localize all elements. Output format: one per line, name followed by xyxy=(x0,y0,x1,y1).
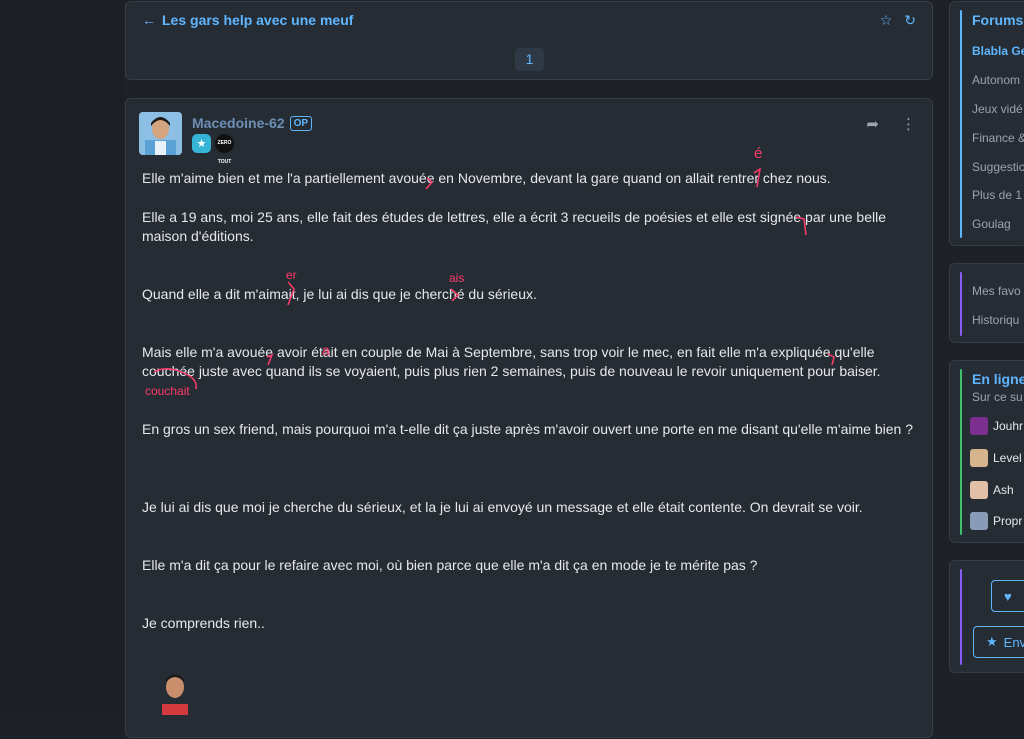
forum-item[interactable]: Goulag xyxy=(972,217,1011,231)
topic-title-link[interactable]: ← Les gars help avec une meuf xyxy=(142,12,353,28)
page-button[interactable]: 1 xyxy=(515,48,544,71)
accent-bar xyxy=(960,272,962,336)
post-paragraph: En gros un sex friend, mais pourquoi m'a… xyxy=(142,421,913,437)
online-user-name: Level xyxy=(993,451,1022,465)
avatar xyxy=(970,417,988,435)
online-user-name: Propr xyxy=(993,514,1023,528)
online-user[interactable]: Level xyxy=(970,449,1022,467)
post-paragraph: Je comprends rien.. xyxy=(142,615,265,631)
left-gutter xyxy=(0,0,124,712)
post-paragraph: Quand elle a dit m'aimait, je lui ai dis… xyxy=(142,286,537,302)
post-actions: ➦ ⋮ xyxy=(866,115,916,133)
forums-title: Forums xyxy=(972,12,1024,28)
annotation-ais: ais xyxy=(449,271,465,285)
accent-bar xyxy=(960,10,962,238)
avatar xyxy=(970,481,988,499)
refresh-icon[interactable]: ↻ xyxy=(904,12,916,29)
author-block: Macedoine-62 OP xyxy=(192,115,313,131)
links-panel: Mes favo Historiqu xyxy=(949,263,1024,343)
annotation-couchait: couchait xyxy=(145,384,190,398)
topic-actions: ☆ ↻ xyxy=(880,12,916,29)
online-user-name: Jouhr xyxy=(993,419,1024,433)
zero-tout-badge: ZERO TOUT xyxy=(215,134,234,165)
forum-item[interactable]: Suggestic xyxy=(972,160,1024,174)
annotation-a: a xyxy=(322,342,330,358)
forum-item[interactable]: Plus de 1 xyxy=(972,188,1022,202)
annotation-e-accent: é xyxy=(754,145,763,162)
avatar xyxy=(970,512,988,530)
forum-item[interactable]: Autonom xyxy=(972,73,1020,87)
forum-item[interactable]: Finance & xyxy=(972,131,1024,145)
star-icon: ★ xyxy=(986,634,998,649)
post-paragraph: Je lui ai dis que moi je cherche du séri… xyxy=(142,499,863,515)
avatar[interactable] xyxy=(139,112,182,155)
author-name[interactable]: Macedoine-62 xyxy=(192,115,285,131)
post-paragraph: Elle m'a dit ça pour le refaire avec moi… xyxy=(142,557,758,573)
forums-panel: Forums Blabla Ge Autonom Jeux vidé Finan… xyxy=(949,1,1024,246)
heart-icon: ♥ xyxy=(1004,588,1012,604)
online-user[interactable]: Jouhr xyxy=(970,417,1023,435)
online-user[interactable]: Propr xyxy=(970,512,1022,530)
accent-bar xyxy=(960,569,962,665)
bottom-avatar xyxy=(158,670,192,715)
follow-button-label: Env xyxy=(1003,634,1024,650)
topic-header: ← Les gars help avec une meuf ☆ ↻ 1 xyxy=(125,1,933,80)
star-badge-icon: ★ xyxy=(192,134,211,153)
post-card: Macedoine-62 OP ★ ZERO TOUT ➦ ⋮ Elle m'a… xyxy=(125,98,933,738)
post-paragraph: Elle m'aime bien et me l'a partiellement… xyxy=(142,170,831,186)
avatar xyxy=(970,449,988,467)
arrow-left-icon[interactable]: ← xyxy=(142,12,156,28)
forum-item[interactable]: Blabla Ge xyxy=(972,44,1024,58)
topic-title: Les gars help avec une meuf xyxy=(162,12,354,28)
forum-item[interactable]: Jeux vidé xyxy=(972,102,1023,116)
star-icon[interactable]: ☆ xyxy=(880,12,893,29)
user-badges: ★ ZERO TOUT xyxy=(192,134,234,165)
accent-bar xyxy=(960,369,962,535)
online-user-name: Ash xyxy=(993,483,1014,497)
annotation-er: er xyxy=(286,268,297,282)
more-options-icon[interactable]: ⋮ xyxy=(901,115,916,133)
actions-panel: ♥ ★ Env xyxy=(949,560,1024,673)
follow-button[interactable]: ★ Env xyxy=(973,626,1024,658)
op-badge: OP xyxy=(289,115,313,131)
online-panel: En ligne Sur ce su Jouhr Level Ash Propr xyxy=(949,360,1024,543)
online-title: En ligne xyxy=(972,371,1024,387)
history-link[interactable]: Historiqu xyxy=(972,313,1019,327)
share-icon[interactable]: ➦ xyxy=(866,115,879,133)
post-paragraph: Mais elle m'a avouée avoir était en coup… xyxy=(142,344,881,379)
correction-strokes xyxy=(153,167,835,390)
favorites-link[interactable]: Mes favo xyxy=(972,284,1021,298)
post-paragraph: Elle a 19 ans, moi 25 ans, elle fait des… xyxy=(142,209,887,244)
online-user[interactable]: Ash xyxy=(970,481,1014,499)
favorite-button[interactable]: ♥ xyxy=(991,580,1024,612)
online-subtitle: Sur ce su xyxy=(972,390,1023,404)
